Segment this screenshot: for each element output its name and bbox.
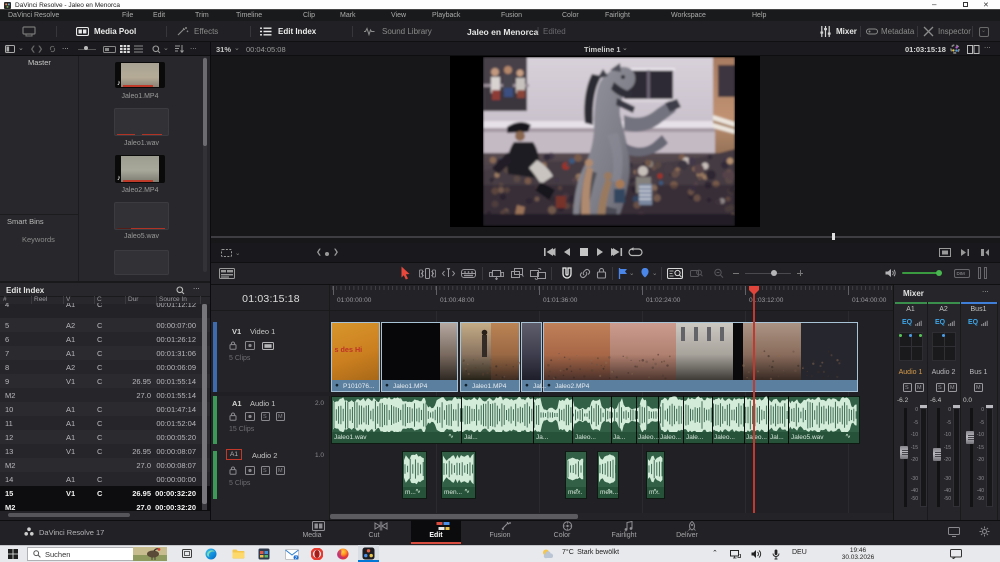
svg-text:2: 2 — [295, 555, 298, 560]
svg-text:01:02:24:00: 01:02:24:00 — [646, 297, 681, 304]
svg-text:01:01:36:00: 01:01:36:00 — [543, 297, 578, 304]
svg-text:01:00:48:00: 01:00:48:00 — [440, 297, 475, 304]
svg-text:01:04:00:00: 01:04:00:00 — [852, 297, 887, 304]
svg-text:01:00:00:00: 01:00:00:00 — [337, 297, 372, 304]
